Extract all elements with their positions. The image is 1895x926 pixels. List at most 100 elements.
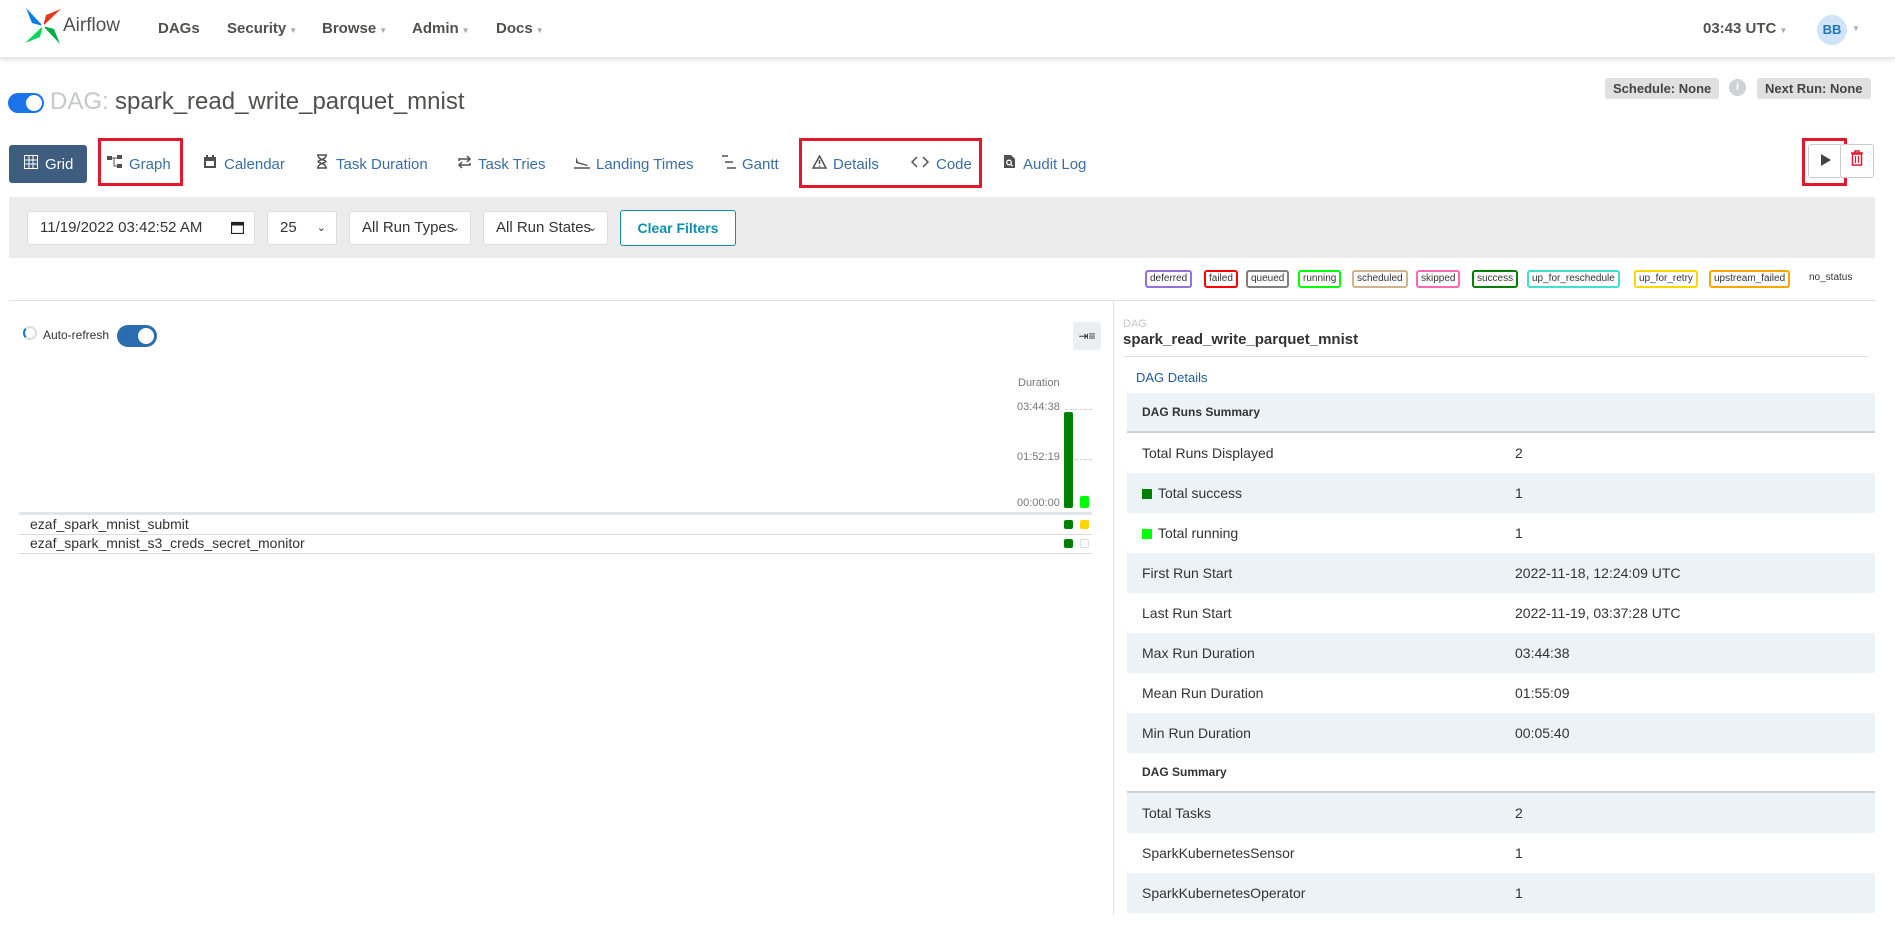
nav-docs[interactable]: Docs ▼	[496, 20, 544, 37]
summary-row: Total running 1	[1127, 513, 1875, 553]
delete-dag-button[interactable]	[1840, 144, 1874, 178]
base-date-input[interactable]: 11/19/2022 03:42:52 AM	[27, 211, 255, 245]
chevron-down-icon: ▼	[535, 26, 544, 35]
task-instance-success[interactable]	[1064, 539, 1073, 548]
task-instance-no-status[interactable]	[1080, 539, 1089, 548]
duration-tick: 00:00:00	[1017, 497, 1060, 509]
dag-pause-toggle[interactable]	[8, 93, 44, 113]
details-title: spark_read_write_parquet_mnist	[1123, 331, 1359, 348]
duration-tick: 03:44:38	[1017, 401, 1060, 413]
legend-up-for-reschedule[interactable]: up_for_reschedule	[1527, 270, 1620, 288]
summary-row: First Run Start 2022-11-18, 12:24:09 UTC	[1127, 553, 1875, 593]
run-state-select[interactable]: All Run States ⌄	[483, 211, 608, 245]
legend-running[interactable]: running	[1298, 270, 1342, 288]
divider	[19, 512, 1092, 515]
chevron-down-icon: ▼	[379, 26, 388, 35]
summary-row: Last Run Start 2022-11-19, 03:37:28 UTC	[1142, 605, 1681, 621]
dag-details-link[interactable]: DAG Details	[1136, 370, 1208, 385]
play-icon	[1820, 153, 1831, 169]
chevron-down-icon: ⌄	[316, 222, 326, 234]
tab-grid[interactable]: Grid	[9, 145, 88, 183]
chevron-down-icon: ⌄	[587, 222, 597, 234]
airflow-logo-icon[interactable]	[22, 6, 64, 46]
section-header: DAG Summary	[1127, 753, 1875, 793]
tab-task-duration[interactable]: Task Duration	[314, 145, 428, 183]
running-marker	[1142, 529, 1152, 539]
grid-icon	[23, 145, 39, 183]
clear-filters-button[interactable]: Clear Filters	[620, 210, 736, 246]
dag-run-bar-success[interactable]	[1064, 412, 1073, 508]
task-instance-up-for-retry[interactable]	[1080, 520, 1089, 529]
task-instance-success[interactable]	[1064, 520, 1073, 529]
plane-landing-icon	[574, 145, 590, 183]
dag-title: spark_read_write_parquet_mnist	[115, 88, 465, 115]
calendar-icon	[202, 145, 218, 183]
chevron-down-icon: ⌄	[450, 222, 460, 234]
code-icon	[910, 145, 930, 183]
chevron-down-icon: ▼	[1779, 26, 1788, 35]
tab-landing-times[interactable]: Landing Times	[574, 145, 694, 183]
legend-failed[interactable]: failed	[1204, 270, 1238, 288]
task-name[interactable]: ezaf_spark_mnist_submit	[30, 516, 189, 532]
collapse-details-button[interactable]: ⇥≡	[1073, 322, 1101, 350]
brand-name[interactable]: Airflow	[63, 15, 120, 37]
legend-up-for-retry[interactable]: up_for_retry	[1634, 270, 1698, 288]
details-kind-label: DAG	[1123, 318, 1147, 330]
chevron-down-icon: ▼	[461, 26, 470, 35]
summary-row: Total success 1	[1127, 473, 1875, 513]
chevron-down-icon: ▼	[289, 26, 298, 35]
legend-deferred[interactable]: deferred	[1145, 270, 1193, 288]
auto-refresh-toggle[interactable]	[117, 325, 157, 347]
file-search-icon	[1001, 145, 1017, 183]
tab-gantt[interactable]: Gantt	[720, 145, 779, 183]
legend-upstream-failed[interactable]: upstream_failed	[1709, 270, 1791, 288]
calendar-picker-icon[interactable]	[230, 212, 245, 244]
task-name[interactable]: ezaf_spark_mnist_s3_creds_secret_monitor	[30, 535, 305, 551]
hourglass-icon	[314, 145, 330, 183]
user-avatar[interactable]: BB	[1817, 15, 1847, 45]
panel-divider[interactable]	[1113, 300, 1114, 915]
legend-success[interactable]: success	[1472, 270, 1519, 288]
nav-admin[interactable]: Admin ▼	[412, 20, 470, 37]
legend-scheduled[interactable]: scheduled	[1352, 270, 1408, 288]
gantt-icon	[720, 145, 736, 183]
tab-calendar[interactable]: Calendar	[202, 145, 285, 183]
timezone-clock[interactable]: 03:43 UTC ▼	[1703, 20, 1787, 37]
warning-icon	[811, 145, 827, 183]
summary-row: Max Run Duration 03:44:38	[1127, 633, 1875, 673]
success-marker	[1142, 489, 1152, 499]
duration-axis-label: Duration	[1018, 377, 1060, 389]
tab-code[interactable]: Code	[910, 145, 972, 183]
graph-icon	[107, 145, 123, 183]
duration-gridline	[1065, 409, 1092, 410]
duration-tick: 01:52:19	[1017, 451, 1060, 463]
next-run-badge: Next Run: None	[1757, 78, 1871, 99]
trigger-dag-button[interactable]	[1808, 144, 1842, 178]
collapse-panel-icon: ⇥≡	[1078, 329, 1096, 343]
legend-queued[interactable]: queued	[1246, 270, 1290, 288]
nav-browse[interactable]: Browse ▼	[322, 20, 387, 37]
run-type-select[interactable]: All Run Types ⌄	[349, 211, 471, 245]
summary-row: Mean Run Duration 01:55:09	[1142, 685, 1570, 701]
num-runs-select[interactable]: 25 ⌄	[267, 211, 337, 245]
summary-row: Total Tasks 2	[1127, 793, 1875, 833]
chevron-down-icon: ▼	[1852, 24, 1860, 33]
auto-refresh-label: Auto-refresh	[43, 328, 110, 342]
repeat-icon	[456, 145, 472, 183]
dag-run-bar-running[interactable]	[1080, 496, 1089, 508]
tab-graph[interactable]: Graph	[107, 145, 171, 183]
divider	[1123, 356, 1869, 357]
tab-audit-log[interactable]: Audit Log	[1001, 145, 1086, 183]
tab-details[interactable]: Details	[811, 145, 879, 183]
legend-skipped[interactable]: skipped	[1416, 270, 1461, 288]
legend-no-status[interactable]: no_status	[1809, 272, 1852, 283]
nav-dags[interactable]: DAGs	[158, 20, 200, 37]
top-navbar: Airflow DAGs Security ▼ Browse ▼ Admin ▼ Do…	[0, 0, 1895, 58]
nav-security[interactable]: Security ▼	[227, 20, 297, 37]
tab-task-tries[interactable]: Task Tries	[456, 145, 546, 183]
loading-spinner-icon	[23, 326, 37, 340]
summary-row: Total Runs Displayed 2	[1142, 445, 1523, 461]
summary-row: SparkKubernetesOperator 1	[1127, 873, 1875, 913]
info-icon[interactable]: i	[1729, 79, 1746, 96]
divider	[19, 553, 1092, 554]
